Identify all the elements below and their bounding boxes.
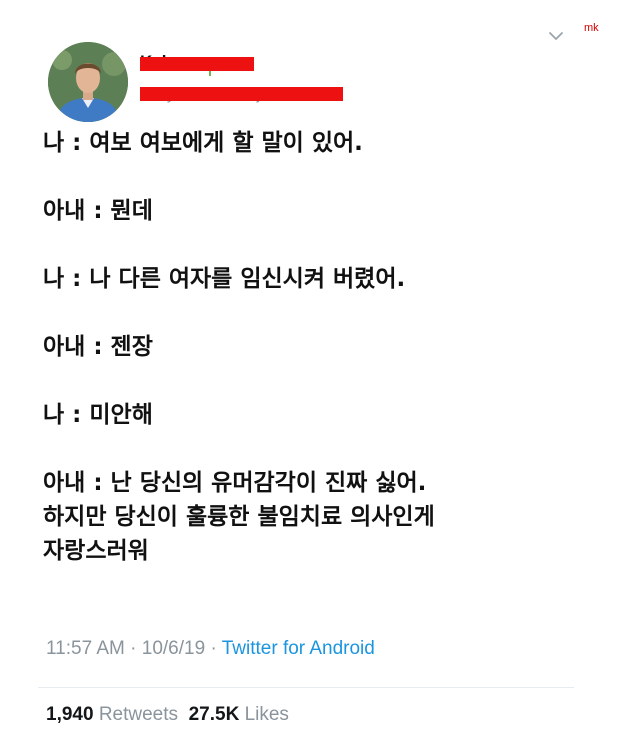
handle-redaction-bar — [140, 87, 343, 101]
divider — [38, 687, 574, 688]
tweet-line: 나 : 여보 여보에게 할 말이 있어. — [43, 130, 363, 156]
chevron-down-icon[interactable] — [548, 30, 564, 42]
tweet-stats: 1,940 Retweets 27.5K Likes — [46, 704, 289, 726]
name-redaction-bar — [140, 57, 254, 71]
tweet-date[interactable]: 10/6/19 — [142, 638, 205, 659]
likes-stat[interactable]: 27.5K Likes — [189, 704, 289, 725]
tweet-line: 아내 : 뭔데 — [43, 198, 153, 224]
tweet-time[interactable]: 11:57 AM — [46, 638, 125, 659]
tweet-metadata: 11:57 AM · 10/6/19 · Twitter for Android — [46, 638, 375, 660]
tweet-line — [43, 364, 603, 398]
retweets-count: 1,940 — [46, 704, 94, 725]
watermark: mk — [584, 22, 599, 34]
tweet-line: 나 : 미안해 — [43, 402, 153, 428]
likes-count: 27.5K — [188, 704, 240, 725]
tweet-source-link[interactable]: Twitter for Android — [222, 638, 375, 659]
tweet-line: 하지만 당신이 훌륭한 불임치료 의사인게 — [43, 504, 435, 530]
retweets-stat[interactable]: 1,940 Retweets — [46, 704, 178, 725]
retweets-label: Retweets — [98, 704, 179, 725]
likes-label: Likes — [244, 704, 289, 725]
tweet-line: 아내 : 젠장 — [43, 334, 153, 360]
tweet-line — [43, 160, 603, 194]
tweet-line: 아내 : 난 당신의 유머감각이 진짜 싫어. — [43, 470, 427, 496]
avatar[interactable] — [48, 42, 128, 122]
tweet-line — [43, 228, 603, 262]
separator: · — [124, 638, 142, 659]
tweet-line: 나 : 나 다른 여자를 임신시켜 버렸어. — [43, 266, 406, 292]
tweet-line — [43, 296, 603, 330]
tweet-line: 자랑스러워 — [43, 538, 149, 564]
tweet-text: 나 : 여보 여보에게 할 말이 있어. 아내 : 뭔데 나 : 나 다른 여자… — [43, 126, 603, 568]
separator: · — [205, 638, 222, 659]
tweet-line — [43, 432, 603, 466]
